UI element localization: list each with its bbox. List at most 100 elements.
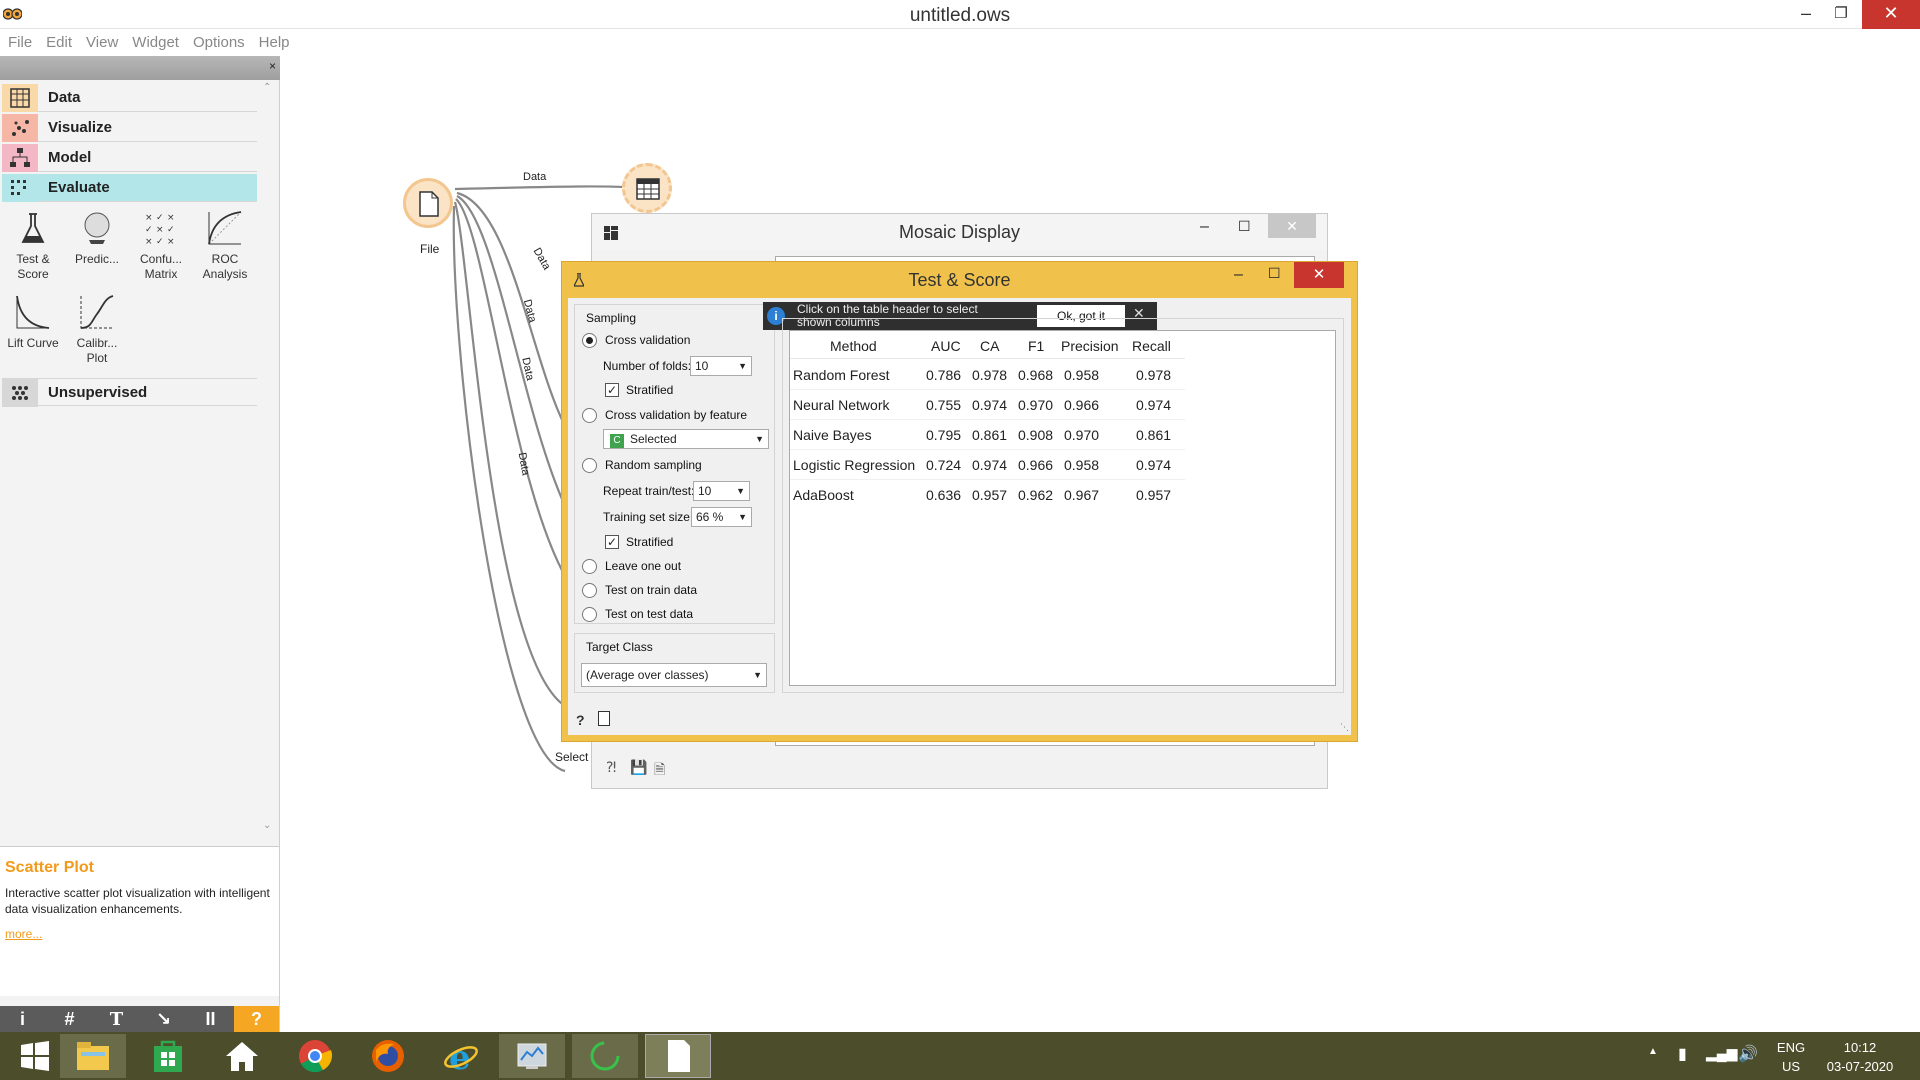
table-row[interactable]: Naive Bayes 0.795 0.861 0.908 0.970 0.86… (790, 420, 1185, 450)
leave-one-out-radio[interactable] (582, 559, 597, 574)
table-header-row[interactable]: Method AUC CA F1 Precision Recall (790, 331, 1185, 359)
feature-select[interactable]: C Selected ▼ (603, 429, 769, 449)
dock-close-icon[interactable]: × (269, 59, 276, 73)
target-class-select[interactable]: (Average over classes) ▼ (581, 663, 767, 687)
evaluate-icon (2, 174, 38, 202)
column-header-precision[interactable]: Precision (1061, 338, 1119, 354)
pause-icon[interactable]: II (192, 1006, 229, 1033)
mosaic-close-button[interactable]: ✕ (1268, 214, 1316, 238)
scroll-up-icon[interactable]: ⌃ (263, 82, 271, 93)
store-icon[interactable] (133, 1034, 203, 1078)
cross-validation-radio[interactable] (582, 333, 597, 348)
ts-maximize-button[interactable]: ☐ (1268, 265, 1281, 282)
ts-help-icon[interactable]: ? (576, 712, 585, 728)
folds-select[interactable]: 10 ▼ (690, 356, 752, 376)
grid-icon[interactable]: # (51, 1006, 88, 1033)
category-visualize[interactable]: Visualize (2, 114, 257, 142)
ts-close-button[interactable]: ✕ (1294, 262, 1344, 288)
svg-text:✓: ✓ (145, 225, 153, 235)
test-on-test-radio[interactable] (582, 607, 597, 622)
column-header-f1[interactable]: F1 (1028, 338, 1044, 354)
arrow-annotation-icon[interactable]: ↘ (145, 1006, 182, 1033)
menu-options[interactable]: Options (185, 30, 251, 51)
stratified2-checkbox[interactable]: ✓ (605, 535, 619, 549)
ts-minimize-button[interactable]: – (1234, 266, 1243, 284)
widget-label: ROC Analysis (202, 252, 248, 281)
category-evaluate[interactable]: Evaluate (2, 174, 257, 202)
network-monitor-icon[interactable] (499, 1034, 565, 1078)
data-table-node[interactable] (622, 163, 672, 213)
menu-edit[interactable]: Edit (38, 30, 78, 51)
table-row[interactable]: Neural Network 0.755 0.974 0.970 0.966 0… (790, 390, 1185, 420)
file-explorer-icon[interactable] (60, 1034, 126, 1078)
column-header-recall[interactable]: Recall (1132, 338, 1171, 354)
method-cell: Neural Network (793, 397, 890, 413)
menu-widget[interactable]: Widget (124, 30, 185, 51)
file-node[interactable] (403, 178, 453, 228)
cv-by-feature-radio[interactable] (582, 408, 597, 423)
signal-icon[interactable]: ▂▄▆ (1706, 1045, 1737, 1062)
stratified-checkbox[interactable]: ✓ (605, 383, 619, 397)
ca-cell: 0.957 (972, 487, 1008, 503)
unsupervised-icon (2, 379, 38, 407)
internet-explorer-icon[interactable]: e (426, 1034, 496, 1078)
train-size-select[interactable]: 66 % ▼ (691, 507, 752, 527)
language-indicator[interactable]: ENG US (1774, 1038, 1808, 1076)
battery-icon[interactable]: ▮ (1678, 1044, 1687, 1064)
mosaic-save-icon[interactable]: 💾 (630, 759, 647, 776)
category-model[interactable]: Model (2, 144, 257, 172)
widget-roc-analysis[interactable]: ROC Analysis (194, 208, 256, 282)
menu-help[interactable]: Help (251, 30, 296, 51)
menu-view[interactable]: View (78, 30, 124, 51)
home-icon[interactable] (207, 1034, 277, 1078)
scroll-down-icon[interactable]: ⌄ (263, 820, 271, 831)
close-button[interactable]: ✕ (1862, 0, 1920, 29)
info-icon[interactable]: i (4, 1006, 41, 1033)
clock[interactable]: 10:12 03-07-2020 (1818, 1038, 1902, 1076)
mosaic-maximize-button[interactable]: ☐ (1238, 218, 1251, 235)
chrome-icon[interactable] (280, 1034, 350, 1078)
mosaic-help-icon[interactable]: ⁈ (606, 759, 616, 776)
ts-report-icon[interactable] (598, 711, 610, 726)
mosaic-minimize-button[interactable]: – (1200, 218, 1209, 236)
method-cell: AdaBoost (793, 487, 854, 503)
table-row[interactable]: AdaBoost 0.636 0.957 0.962 0.967 0.957 (790, 480, 1185, 510)
train-size-value: 66 % (696, 510, 724, 524)
random-sampling-radio[interactable] (582, 458, 597, 473)
mosaic-report-icon[interactable]: 🗎 (654, 759, 665, 783)
category-unsupervised[interactable]: Unsupervised (2, 378, 257, 407)
category-label: Model (48, 149, 92, 166)
column-header-ca[interactable]: CA (980, 338, 999, 354)
table-row[interactable]: Random Forest 0.786 0.978 0.968 0.958 0.… (790, 360, 1185, 390)
widget-lift-curve[interactable]: Lift Curve (2, 292, 64, 351)
restore-button[interactable]: ❐ (1818, 0, 1864, 29)
target-class-heading: Target Class (586, 640, 653, 654)
resize-grip-icon[interactable]: ⋱ (1340, 722, 1349, 733)
show-hidden-icons[interactable]: ▲ (1648, 1046, 1658, 1057)
train-size-label: Training set size: (603, 510, 694, 524)
orange-progress-icon[interactable] (572, 1034, 638, 1078)
widget-test-score[interactable]: Test & Score (2, 208, 64, 282)
more-link[interactable]: more... (5, 927, 42, 941)
widget-predictions[interactable]: Predic... (66, 208, 128, 267)
precision-cell: 0.958 (1064, 457, 1100, 473)
help-icon[interactable]: ? (234, 1006, 279, 1033)
results-table: Method AUC CA F1 Precision Recall Random… (789, 330, 1336, 686)
widget-confusion-matrix[interactable]: × ✓ × ✓ × ✓ × ✓ × Confu... Matrix (130, 208, 192, 282)
category-data[interactable]: Data (2, 84, 257, 112)
repeat-select[interactable]: 10 ▼ (693, 481, 750, 501)
precision-cell: 0.970 (1064, 427, 1100, 443)
text-annotation-icon[interactable]: T (98, 1006, 135, 1033)
table-row[interactable]: Logistic Regression 0.724 0.974 0.966 0.… (790, 450, 1185, 480)
test-on-train-radio[interactable] (582, 583, 597, 598)
dock-scrollbar[interactable]: ⌃ ⌄ (259, 80, 277, 840)
document-icon[interactable] (645, 1034, 711, 1078)
column-header-auc[interactable]: AUC (931, 338, 961, 354)
firefox-icon[interactable] (353, 1034, 423, 1078)
volume-icon[interactable]: 🔊 (1738, 1044, 1758, 1064)
category-label: Unsupervised (48, 384, 148, 401)
column-header-method[interactable]: Method (830, 338, 877, 354)
menu-file[interactable]: File (0, 30, 38, 51)
widget-calibration-plot[interactable]: Calibr... Plot (66, 292, 128, 366)
repeat-label: Repeat train/test: (603, 484, 695, 498)
